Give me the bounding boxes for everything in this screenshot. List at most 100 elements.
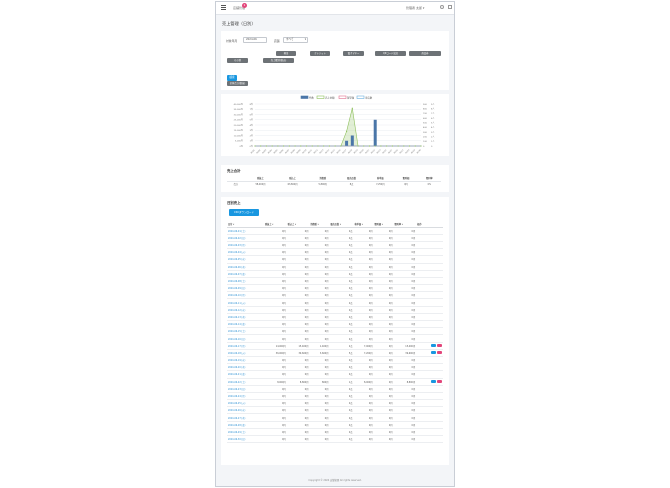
data-point	[380, 145, 382, 147]
table-cell: 0円	[373, 306, 394, 314]
table-cell: 0円	[353, 277, 374, 286]
table-cell: 0円	[373, 313, 394, 322]
x-tick-label: 06/07	[285, 149, 290, 154]
delete-button[interactable]	[437, 344, 442, 348]
data-point	[271, 145, 273, 147]
table-row: 2024-06-17 (月) 14,000円 15,400円 1,400円 2点 7,00…	[227, 342, 443, 350]
date-link[interactable]: 2024-06-14 (金)	[227, 320, 264, 329]
filter-button[interactable]: クレジット	[310, 51, 330, 56]
date-link[interactable]: 2024-06-27 (木)	[227, 413, 264, 422]
table-row: 2024-06-10 (月) 0円 0円 0円 0点 0円 0円 0円	[227, 291, 443, 300]
y-tick-label: 2件	[250, 133, 253, 137]
table-cell: 0円	[286, 291, 310, 300]
y-tick-label: 20,000円	[234, 124, 243, 127]
date-link[interactable]: 2024-06-05 (水)	[227, 255, 264, 264]
date-link[interactable]: 2024-06-20 (木)	[227, 363, 264, 372]
filter-button[interactable]: 売上種別(税込)	[263, 58, 294, 63]
date-link[interactable]: 2024-06-30 (日)	[227, 435, 264, 444]
date-link[interactable]: 2024-06-11 (火)	[227, 298, 264, 307]
date-link[interactable]: 2024-06-18 (火)	[227, 349, 264, 357]
y-tick-label: 0	[431, 146, 433, 148]
date-link[interactable]: 2024-06-29 (土)	[227, 428, 264, 437]
date-link[interactable]: 2024-06-01 (土)	[227, 227, 264, 235]
table-row: 2024-06-18 (火) 36,000円 39,600円 3,600円 5点 7,20…	[227, 349, 443, 357]
y-tick-label: 0円	[240, 145, 243, 148]
csv-download-button[interactable]: CSVダウンロード	[229, 209, 259, 216]
date-link[interactable]: 2024-06-15 (土)	[227, 327, 264, 336]
table-cell: 0円	[286, 227, 310, 235]
row-actions	[416, 413, 443, 422]
delete-button[interactable]	[437, 380, 442, 384]
date-link[interactable]: 2024-06-08 (土)	[227, 277, 264, 286]
table-cell: 0円	[309, 421, 330, 429]
x-tick-label: 06/21	[365, 149, 370, 154]
search-button[interactable]: 検索	[227, 75, 237, 81]
settings-icon[interactable]	[440, 5, 444, 9]
date-link[interactable]: 2024-06-23 (日)	[227, 385, 264, 393]
table-cell: 0点	[329, 227, 354, 235]
filter-button[interactable]: 全体合計(税抜)	[227, 81, 248, 86]
data-point	[340, 145, 342, 147]
table-cell: 0円	[286, 298, 310, 307]
series-area-sales	[255, 108, 421, 147]
table-cell: 0円	[286, 320, 310, 329]
table-cell: 0円	[393, 413, 417, 422]
month-input[interactable]: 2024-06	[243, 37, 267, 43]
x-tick-label: 06/01	[251, 149, 256, 154]
row-actions	[416, 241, 443, 250]
date-link[interactable]: 2024-06-17 (月)	[227, 342, 264, 350]
user-menu[interactable]: 管理者 太郎 ▾	[406, 6, 424, 10]
y-tick-label: 30,000円	[234, 113, 243, 116]
table-cell: 0円	[393, 313, 417, 322]
date-link[interactable]: 2024-06-16 (日)	[227, 334, 264, 343]
data-point	[374, 145, 376, 147]
delete-button[interactable]	[437, 351, 442, 355]
table-cell: 0点	[329, 428, 354, 437]
date-link[interactable]: 2024-06-22 (土)	[227, 378, 264, 386]
table-cell: 8,000円	[263, 378, 287, 386]
row-actions	[416, 349, 443, 357]
date-link[interactable]: 2024-06-06 (木)	[227, 263, 264, 271]
filter-button[interactable]: 商品券	[409, 51, 441, 56]
logout-icon[interactable]	[448, 5, 452, 9]
edit-button[interactable]	[431, 344, 436, 348]
x-tick-label: 06/23	[377, 149, 382, 154]
table-cell: 0円	[373, 428, 394, 437]
filter-button[interactable]: その他	[227, 58, 248, 63]
edit-button[interactable]	[431, 380, 436, 384]
date-link[interactable]: 2024-06-24 (月)	[227, 392, 264, 401]
y-tick-label: 25,000円	[234, 119, 243, 122]
table-cell: 0円	[286, 248, 310, 257]
date-link[interactable]: 2024-06-19 (水)	[227, 356, 264, 365]
date-link[interactable]: 2024-06-03 (月)	[227, 241, 264, 250]
y-tick-label: 1件	[250, 139, 253, 143]
edit-button[interactable]	[431, 351, 436, 355]
date-link[interactable]: 2024-06-04 (火)	[227, 248, 264, 257]
table-cell: 0点	[329, 248, 354, 257]
store-select[interactable]: すべて ▾	[283, 37, 308, 43]
notification-badge[interactable]: 1	[242, 3, 247, 8]
filter-card: 対象年月 2024-06 店舗 すべて ▾ 全体合計(税抜) 現金 クレジット 電子マネ…	[221, 31, 449, 90]
date-link[interactable]: 2024-06-07 (金)	[227, 270, 264, 278]
date-link[interactable]: 2024-06-02 (日)	[227, 234, 264, 242]
row-actions	[416, 406, 443, 415]
table-cell: 0円	[393, 270, 417, 278]
filter-button[interactable]: QRコード決済	[375, 51, 406, 56]
hamburger-menu-icon[interactable]	[221, 5, 226, 10]
x-tick-label: 06/30	[417, 149, 423, 155]
table-cell: 0円	[309, 370, 330, 379]
date-link[interactable]: 2024-06-09 (日)	[227, 284, 264, 293]
x-tick-label: 06/10	[302, 149, 308, 155]
filter-button[interactable]: 現金	[276, 51, 296, 56]
date-link[interactable]: 2024-06-28 (金)	[227, 421, 264, 429]
table-cell: 0円	[286, 421, 310, 429]
date-link[interactable]: 2024-06-21 (金)	[227, 370, 264, 379]
filter-button[interactable]: 電子マネー	[343, 51, 364, 56]
date-link[interactable]: 2024-06-26 (水)	[227, 406, 264, 415]
date-link[interactable]: 2024-06-13 (木)	[227, 313, 264, 322]
date-link[interactable]: 2024-06-10 (月)	[227, 291, 264, 300]
date-link[interactable]: 2024-06-25 (火)	[227, 399, 264, 408]
y-tick-label: 900	[423, 104, 428, 106]
date-link[interactable]: 2024-06-12 (水)	[227, 306, 264, 314]
summary-cell: 7,250円	[376, 183, 385, 186]
